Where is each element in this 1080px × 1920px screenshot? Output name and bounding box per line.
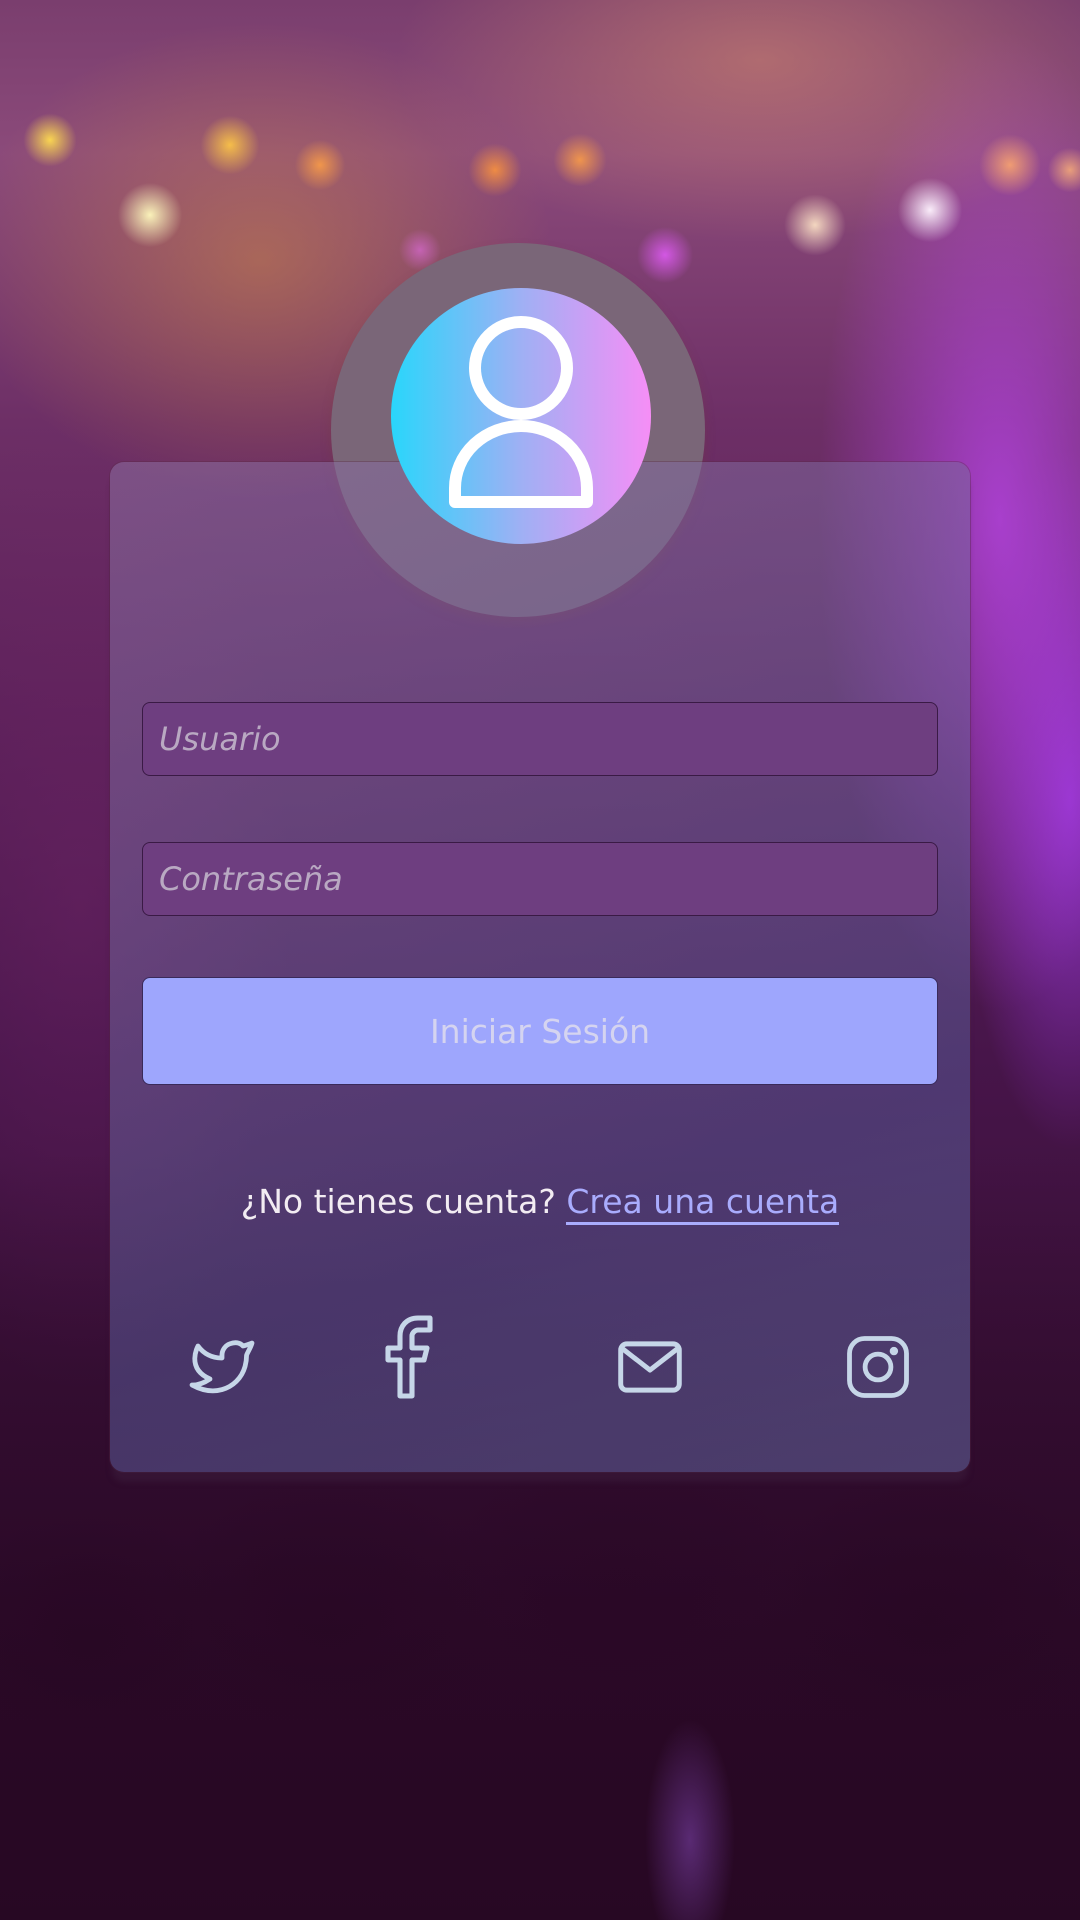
instagram-icon <box>847 1336 909 1398</box>
signup-prompt: ¿No tienes cuenta? <box>240 1182 567 1221</box>
avatar <box>391 288 651 544</box>
twitter-icon <box>189 1340 255 1394</box>
login-button[interactable]: Iniciar Sesión <box>142 977 938 1085</box>
login-card <box>110 462 970 1472</box>
mail-button[interactable] <box>610 1322 690 1412</box>
facebook-icon <box>385 1315 433 1399</box>
twitter-button[interactable] <box>182 1322 262 1412</box>
signup-link[interactable]: Crea una cuenta <box>566 1182 840 1225</box>
password-input[interactable] <box>142 842 938 916</box>
instagram-button[interactable] <box>838 1322 918 1412</box>
signup-row: ¿No tienes cuenta? Crea una cuenta <box>110 1182 970 1225</box>
user-icon <box>449 316 593 508</box>
username-input[interactable] <box>142 702 938 776</box>
mail-icon <box>618 1341 682 1393</box>
facebook-button[interactable] <box>372 1312 452 1402</box>
